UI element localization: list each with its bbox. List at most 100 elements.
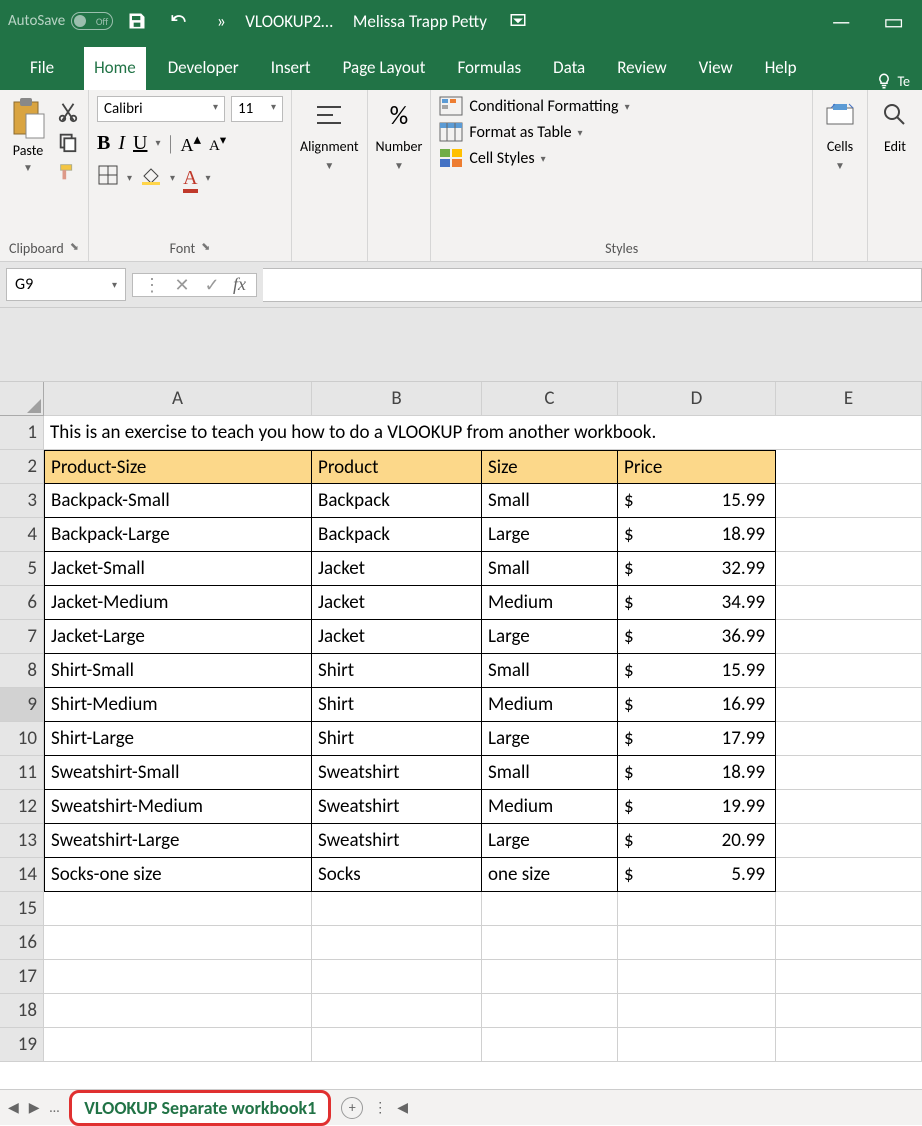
format-painter-icon[interactable] [56, 160, 80, 184]
copy-icon[interactable] [56, 130, 80, 154]
autosave-toggle[interactable]: AutoSave Off [8, 12, 113, 30]
cell[interactable]: Backpack [312, 518, 482, 552]
cell[interactable] [776, 552, 922, 586]
cell[interactable] [312, 994, 482, 1028]
cell[interactable]: Jacket-Medium [44, 586, 312, 620]
cell[interactable]: Small [482, 484, 618, 518]
cell[interactable] [482, 960, 618, 994]
cell[interactable]: Product-Size [44, 450, 312, 484]
tab-insert[interactable]: Insert [261, 47, 321, 90]
cut-icon[interactable] [56, 100, 80, 124]
cell[interactable] [776, 790, 922, 824]
tab-view[interactable]: View [689, 47, 743, 90]
cell[interactable] [618, 926, 776, 960]
dialog-launcher-icon[interactable]: ⬊ [201, 240, 210, 257]
cell[interactable]: Shirt-Large [44, 722, 312, 756]
cell[interactable]: Shirt [312, 654, 482, 688]
cell[interactable]: $34.99 [618, 586, 776, 620]
cell[interactable] [776, 824, 922, 858]
borders-button[interactable] [97, 164, 119, 192]
cell[interactable] [776, 858, 922, 892]
cells-button[interactable]: Cells ▼ [821, 96, 859, 172]
cell[interactable]: Socks [312, 858, 482, 892]
decrease-font-icon[interactable]: A▾ [209, 132, 226, 155]
tab-formulas[interactable]: Formulas [447, 47, 531, 90]
more-functions-icon[interactable]: ⋮ [137, 274, 167, 296]
header[interactable]: 11 [0, 756, 44, 790]
cell[interactable] [618, 1028, 776, 1062]
number-button[interactable]: % Number ▼ [376, 96, 423, 172]
cell[interactable]: $18.99 [618, 518, 776, 552]
cell[interactable]: $36.99 [618, 620, 776, 654]
cell[interactable] [776, 1028, 922, 1062]
cell[interactable] [618, 960, 776, 994]
formula-input[interactable] [263, 268, 922, 302]
cell[interactable] [482, 994, 618, 1028]
cell[interactable]: Shirt-Medium [44, 688, 312, 722]
font-size-select[interactable]: 11 ▾ [231, 96, 283, 122]
tab-developer[interactable]: Developer [158, 47, 249, 90]
tab-help[interactable]: Help [755, 47, 807, 90]
cell[interactable]: Jacket-Small [44, 552, 312, 586]
cell[interactable]: Sweatshirt [312, 756, 482, 790]
cell[interactable]: $15.99 [618, 484, 776, 518]
header[interactable]: 6 [0, 586, 44, 620]
undo-icon[interactable] [167, 9, 191, 33]
cell[interactable] [482, 926, 618, 960]
fx-label[interactable]: fx [227, 274, 252, 295]
conditional-formatting-button[interactable]: Conditional Formatting ▾ [439, 96, 629, 116]
cell[interactable] [776, 688, 922, 722]
cell[interactable] [44, 994, 312, 1028]
cell[interactable]: Jacket [312, 586, 482, 620]
cell[interactable]: Large [482, 620, 618, 654]
cell[interactable] [312, 892, 482, 926]
cell[interactable]: Socks-one size [44, 858, 312, 892]
cell[interactable]: Sweatshirt-Large [44, 824, 312, 858]
maximize-button[interactable]: ▭ [873, 8, 914, 35]
cell[interactable]: one size [482, 858, 618, 892]
minimize-button[interactable]: — [821, 8, 861, 35]
cell[interactable] [776, 450, 922, 484]
alignment-button[interactable]: Alignment ▼ [300, 96, 359, 172]
editing-button[interactable]: Edit [876, 96, 914, 155]
paste-button[interactable]: Paste ▼ [8, 96, 48, 174]
cell[interactable] [776, 892, 922, 926]
cell[interactable] [482, 892, 618, 926]
cancel-icon[interactable]: ✕ [167, 274, 197, 296]
cell[interactable]: Shirt-Small [44, 654, 312, 688]
italic-button[interactable]: I [118, 132, 125, 155]
cell[interactable]: Medium [482, 586, 618, 620]
header[interactable]: 8 [0, 654, 44, 688]
cell[interactable]: Sweatshirt-Small [44, 756, 312, 790]
cell[interactable] [44, 926, 312, 960]
underline-button[interactable]: U [133, 132, 147, 155]
cell[interactable] [776, 756, 922, 790]
font-color-button[interactable]: A [183, 167, 197, 190]
spreadsheet-grid[interactable]: ABCDE1This is an exercise to teach you h… [0, 382, 922, 1062]
name-box[interactable]: G9▾ [6, 268, 126, 301]
cell[interactable]: Backpack-Small [44, 484, 312, 518]
header[interactable]: 14 [0, 858, 44, 892]
cell[interactable]: Shirt [312, 722, 482, 756]
cell[interactable]: Large [482, 722, 618, 756]
cell[interactable]: $17.99 [618, 722, 776, 756]
sheet-nav-next-icon[interactable]: ▶ [29, 1099, 40, 1116]
header[interactable]: 13 [0, 824, 44, 858]
tab-data[interactable]: Data [543, 47, 595, 90]
cell[interactable]: Medium [482, 790, 618, 824]
cell[interactable]: Shirt [312, 688, 482, 722]
cell[interactable] [776, 994, 922, 1028]
cell[interactable]: Sweatshirt [312, 824, 482, 858]
header[interactable]: 4 [0, 518, 44, 552]
header[interactable]: A [44, 382, 312, 416]
cell[interactable] [618, 994, 776, 1028]
tab-review[interactable]: Review [607, 47, 676, 90]
sheet-more-icon[interactable]: … [50, 1099, 60, 1116]
cell[interactable]: Jacket-Large [44, 620, 312, 654]
cell[interactable] [776, 926, 922, 960]
header[interactable] [0, 382, 44, 416]
sheet-tab-active[interactable]: VLOOKUP Separate workbook1 [69, 1090, 331, 1126]
header[interactable]: D [618, 382, 776, 416]
fill-color-button[interactable] [140, 164, 162, 192]
cell[interactable]: This is an exercise to teach you how to … [44, 416, 922, 450]
